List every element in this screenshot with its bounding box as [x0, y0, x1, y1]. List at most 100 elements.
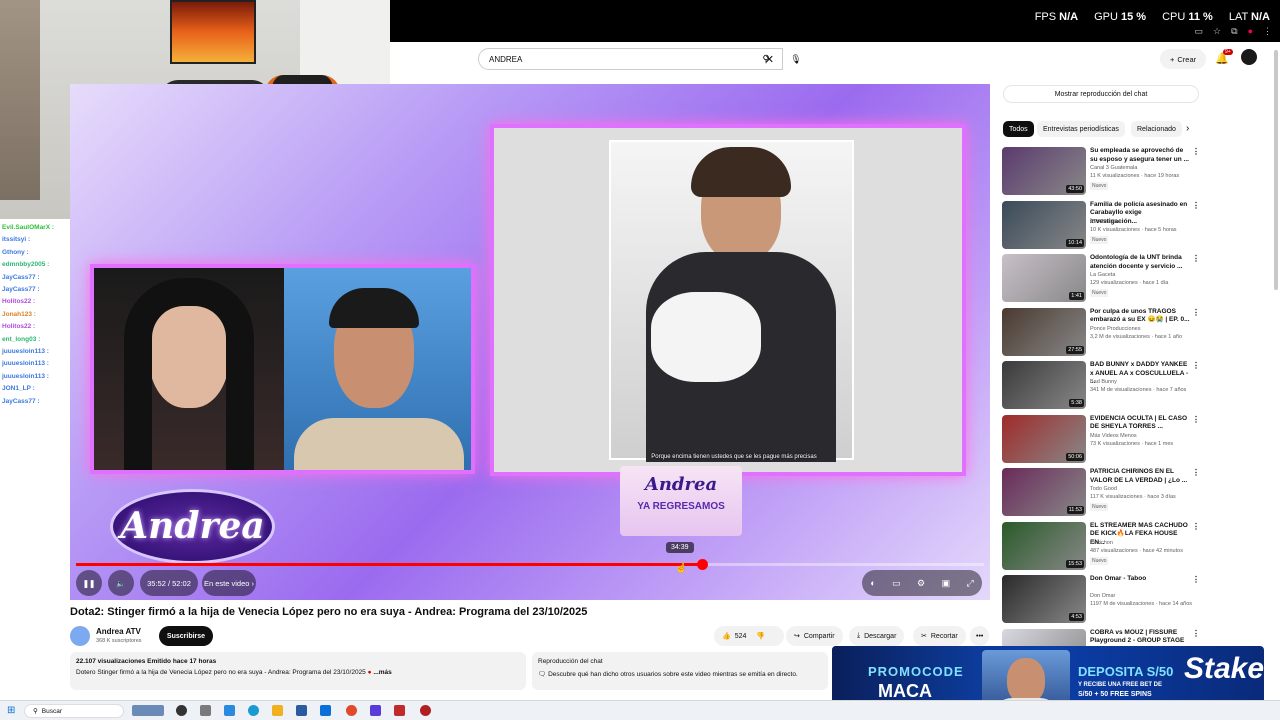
- video-thumbnail[interactable]: 5:38: [1002, 361, 1086, 409]
- recommended-video[interactable]: 1:41 Odontología de la UNT brinda atenció…: [1002, 254, 1202, 304]
- chat-replay-box[interactable]: Reproducción del chat 🗨 Descubre qué han…: [532, 652, 828, 690]
- video-title[interactable]: Odontología de la UNT brinda atención do…: [1090, 254, 1190, 271]
- video-title[interactable]: Por culpa de unos TRAGOS embarazó a su E…: [1090, 308, 1190, 325]
- chat-username[interactable]: JayCass77 :: [2, 286, 40, 293]
- subscribe-button[interactable]: Suscribirse: [159, 626, 213, 646]
- chat-username[interactable]: JayCass77 :: [2, 274, 40, 281]
- discord-icon[interactable]: [370, 705, 381, 716]
- chat-username[interactable]: itssitsyi :: [2, 236, 30, 243]
- task-view-icon[interactable]: [176, 705, 187, 716]
- more-options-icon[interactable]: ⋮: [1192, 575, 1200, 584]
- outlook-icon[interactable]: [320, 705, 331, 716]
- video-thumbnail[interactable]: 10:14: [1002, 200, 1086, 249]
- obs-icon[interactable]: [394, 705, 405, 716]
- recommended-video[interactable]: 4:53 Don Omar - Taboo Don Omar 1197 M de vi…: [1002, 575, 1202, 625]
- windows-start-icon[interactable]: ⊞: [7, 705, 15, 716]
- create-button[interactable]: + Crear: [1160, 49, 1207, 69]
- more-actions-button[interactable]: •••: [970, 626, 990, 646]
- show-more-link[interactable]: ...más: [373, 669, 391, 676]
- download-button[interactable]: ⤓ Descargar: [849, 626, 905, 646]
- channel-avatar[interactable]: [70, 626, 90, 646]
- search-button[interactable]: ⚲: [751, 48, 781, 70]
- description-box[interactable]: 22.107 visualizaciones Emitido hace 17 h…: [70, 652, 526, 690]
- video-thumbnail[interactable]: 1:41: [1002, 254, 1086, 302]
- filter-chip[interactable]: Relacionado: [1131, 121, 1182, 137]
- chat-username[interactable]: Holitos22 :: [2, 323, 35, 330]
- video-thumbnail[interactable]: 43:50: [1002, 147, 1086, 195]
- search-input[interactable]: ANDREA ✕: [478, 48, 783, 70]
- chat-username[interactable]: juuuesloin113 :: [2, 360, 49, 367]
- like-icon[interactable]: 👍: [722, 632, 731, 640]
- chat-username[interactable]: JayCass77 :: [2, 398, 40, 405]
- taskbar-search[interactable]: ⚲ Buscar: [24, 704, 124, 718]
- more-options-icon[interactable]: ⋮: [1192, 361, 1200, 370]
- page-scrollbar[interactable]: [1274, 50, 1278, 290]
- more-options-icon[interactable]: ⋮: [1192, 254, 1200, 263]
- files-icon[interactable]: [200, 705, 211, 716]
- more-options-icon[interactable]: ⋮: [1192, 468, 1200, 477]
- cast-icon[interactable]: ▭: [1195, 26, 1204, 37]
- extension-icon[interactable]: ⧉: [1231, 26, 1237, 37]
- volume-button[interactable]: 🔈: [108, 570, 134, 596]
- more-options-icon[interactable]: ⋮: [1192, 415, 1200, 424]
- video-thumbnail[interactable]: 27:55: [1002, 307, 1086, 356]
- subtitles-icon[interactable]: ▭: [892, 578, 901, 589]
- more-options-icon[interactable]: ⋮: [1192, 147, 1200, 156]
- menu-icon[interactable]: ⋮: [1263, 26, 1272, 37]
- video-title[interactable]: PATRICIA CHIRINOS EN EL VALOR DE LA VERD…: [1090, 468, 1190, 485]
- profile-icon[interactable]: ●: [1248, 26, 1253, 37]
- recommended-video[interactable]: 5:38 BAD BUNNY x DADDY YANKEE x ANUEL AA …: [1002, 361, 1202, 411]
- recording-icon[interactable]: [420, 705, 431, 716]
- chapter-button[interactable]: En este video ›: [202, 570, 256, 596]
- recommended-video[interactable]: 27:55 Por culpa de unos TRAGOS embarazó a…: [1002, 307, 1202, 358]
- explorer-icon[interactable]: [272, 705, 283, 716]
- more-options-icon[interactable]: ⋮: [1192, 629, 1200, 638]
- chips-next-icon[interactable]: ›: [1186, 123, 1189, 134]
- widget-icon[interactable]: [132, 705, 164, 716]
- fullscreen-icon[interactable]: ⤢: [967, 578, 974, 589]
- progress-scrubber[interactable]: [696, 559, 708, 570]
- voice-search-button[interactable]: 🎙: [785, 48, 807, 70]
- video-thumbnail[interactable]: 4:53: [1002, 575, 1086, 623]
- channel-name[interactable]: Andrea ATV: [96, 627, 141, 636]
- chrome-icon[interactable]: [346, 705, 357, 716]
- chat-username[interactable]: Jonah123 :: [2, 311, 36, 318]
- chat-username[interactable]: juuuesloin113 :: [2, 348, 49, 355]
- filter-chip[interactable]: Todos: [1003, 121, 1034, 137]
- recommended-video[interactable]: 50:06 EVIDENCIA OCULTA | EL CASO DE SHEYL…: [1002, 414, 1202, 465]
- pause-button[interactable]: ❚❚: [76, 570, 102, 596]
- more-options-icon[interactable]: ⋮: [1192, 308, 1200, 317]
- video-title[interactable]: Don Omar - Taboo: [1090, 575, 1190, 584]
- more-options-icon[interactable]: ⋮: [1192, 201, 1200, 210]
- star-icon[interactable]: ☆: [1213, 26, 1221, 37]
- recommended-video[interactable]: 10:14 Familia de policía asesinado en Car…: [1002, 200, 1202, 251]
- recommended-video[interactable]: 11:53 PATRICIA CHIRINOS EN EL VALOR DE LA…: [1002, 468, 1202, 518]
- store-icon[interactable]: [296, 705, 307, 716]
- video-player[interactable]: Porque encima tienen ustedes que se les …: [70, 84, 990, 600]
- like-count[interactable]: 524: [735, 633, 747, 640]
- account-avatar[interactable]: [1241, 49, 1257, 65]
- recommended-video[interactable]: 43:50 Su empleada se aprovechó de su espo…: [1002, 147, 1202, 197]
- video-title[interactable]: EVIDENCIA OCULTA | EL CASO DE SHEYLA TOR…: [1090, 415, 1190, 432]
- video-thumbnail[interactable]: 50:06: [1002, 414, 1086, 463]
- filter-chip[interactable]: Entrevistas periodísticas: [1037, 121, 1125, 137]
- share-button[interactable]: ↪ Compartir: [786, 626, 843, 646]
- progress-bar[interactable]: [76, 559, 984, 570]
- show-chat-replay-button[interactable]: Mostrar reproducción del chat: [1003, 85, 1199, 103]
- video-thumbnail[interactable]: 15:53: [1002, 521, 1086, 570]
- video-thumbnail[interactable]: 11:53: [1002, 468, 1086, 516]
- chat-username[interactable]: edmnbby2005 :: [2, 261, 49, 268]
- video-title[interactable]: Su empleada se aprovechó de su esposo y …: [1090, 147, 1190, 164]
- chat-username[interactable]: juuuesloin113 :: [2, 373, 49, 380]
- miniplayer-icon[interactable]: ▣: [942, 578, 951, 589]
- chat-username[interactable]: Evil.SaulOMarX :: [2, 224, 54, 231]
- chat-username[interactable]: ent_long03 :: [2, 336, 40, 343]
- autoplay-toggle-icon[interactable]: ◐: [870, 578, 875, 588]
- copilot-icon[interactable]: [224, 705, 235, 716]
- video-title[interactable]: COBRA vs MOUZ | FISSURE Playground 2 - G…: [1090, 629, 1190, 646]
- edge-icon[interactable]: [248, 705, 259, 716]
- chat-username[interactable]: JON1_LP :: [2, 385, 35, 392]
- clip-button[interactable]: ✂ Recortar: [913, 626, 966, 646]
- chat-username[interactable]: Holitos22 :: [2, 298, 35, 305]
- dislike-icon[interactable]: 👎: [756, 632, 765, 640]
